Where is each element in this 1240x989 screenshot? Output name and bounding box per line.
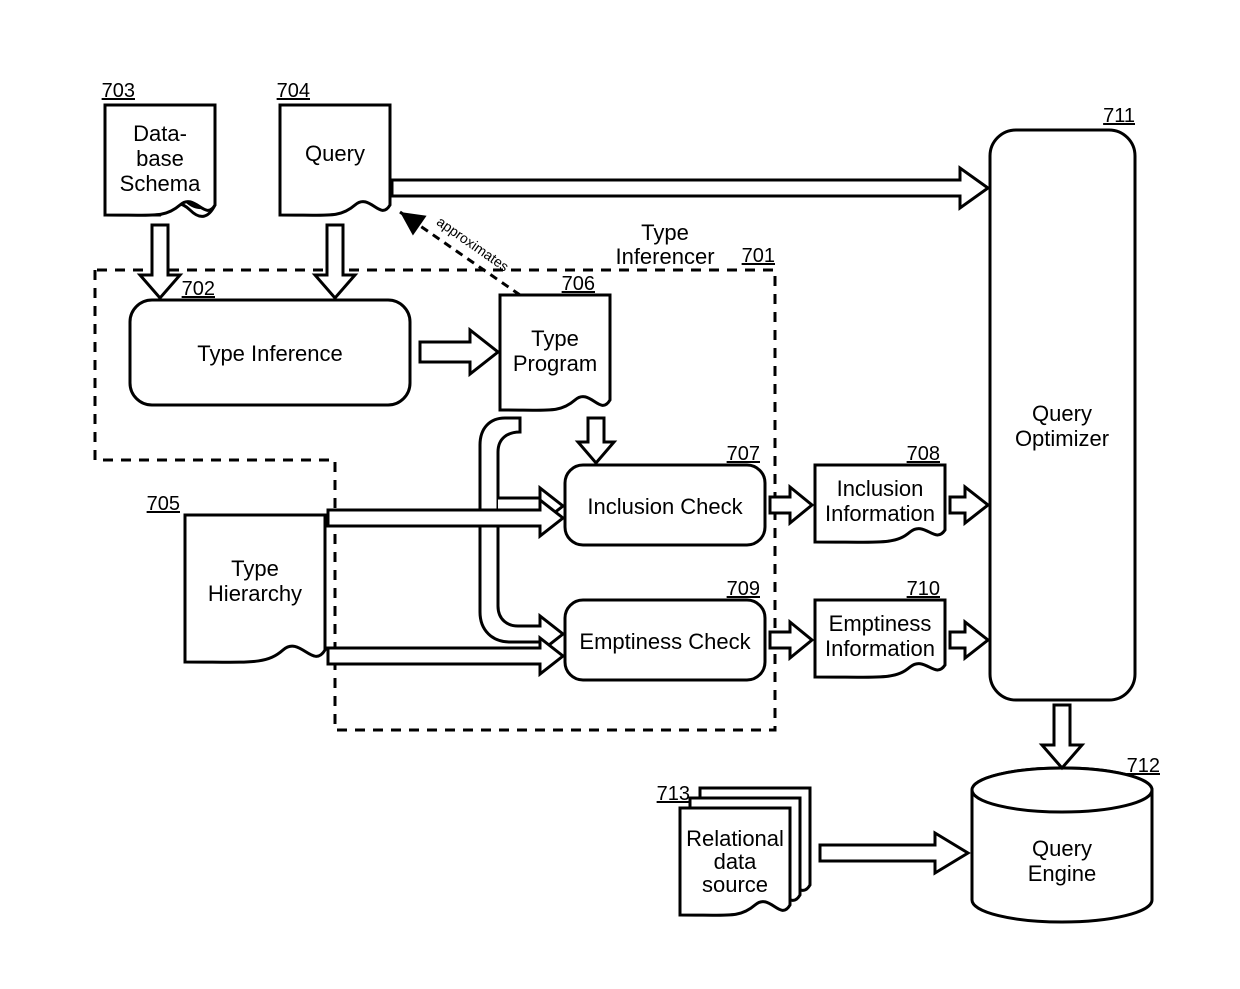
n711-l2: Optimizer (1015, 426, 1109, 451)
arrow-approximates: approximates (400, 212, 520, 295)
n707-l1: Inclusion Check (587, 494, 743, 519)
arrow-706-to-709 (480, 418, 563, 652)
type-inferencer-title-line1: Type (641, 220, 689, 245)
n712-l2: Engine (1028, 861, 1097, 886)
query-doc: 704 Query (277, 80, 390, 215)
n703-l3: Schema (120, 171, 201, 196)
n706-l2: Program (513, 351, 597, 376)
ref-703: 703 (102, 80, 135, 102)
n706-l1: Type (531, 326, 579, 351)
diagram-canvas: Type Inferencer 701 703 Data- base Schem… (0, 0, 1240, 989)
n711-l1: Query (1032, 401, 1092, 426)
ref-711: 711 (1103, 105, 1135, 127)
n703-l2: base (136, 146, 184, 171)
n713-l1: Relational (686, 826, 784, 851)
n703-l1: Data- (133, 121, 187, 146)
inclusion-info-doc: 708 Inclusion Information (815, 443, 945, 542)
type-inference-box: 702 Type Inference (130, 278, 410, 405)
arrow-713-to-712 (820, 833, 968, 873)
ref-712: 712 (1127, 755, 1160, 777)
n708-l1: Inclusion (837, 476, 924, 501)
type-inferencer-title-line2: Inferencer (615, 244, 714, 269)
arrow-706-to-707 (578, 418, 614, 463)
database-schema-doc: 703 Data- base Schema (102, 80, 215, 216)
emptiness-info-doc: 710 Emptiness Information (815, 578, 945, 677)
n713-l3: source (702, 872, 768, 897)
n709-l1: Emptiness Check (579, 629, 751, 654)
n704-l1: Query (305, 141, 365, 166)
arrow-703-to-702 (140, 225, 180, 298)
n702-l1: Type Inference (197, 341, 343, 366)
arrow-704-to-702 (315, 225, 355, 298)
ref-708: 708 (907, 443, 940, 465)
n708-l2: Information (825, 501, 935, 526)
arrow-702-to-706 (420, 330, 498, 374)
ref-702: 702 (182, 278, 215, 300)
n705-l2: Hierarchy (208, 581, 302, 606)
n710-l2: Information (825, 636, 935, 661)
relational-data-source-docstack: 713 Relational data source (657, 783, 810, 915)
arrow-708-to-711 (950, 487, 988, 523)
n713-l2: data (714, 849, 758, 874)
query-optimizer-box: 711 Query Optimizer (990, 105, 1135, 700)
arrow-704-to-711 (392, 168, 988, 208)
n705-l1: Type (231, 556, 279, 581)
n712-l1: Query (1032, 836, 1092, 861)
ref-713: 713 (657, 783, 690, 805)
n710-l1: Emptiness (829, 611, 932, 636)
ref-704: 704 (277, 80, 310, 102)
type-hierarchy-doc: 705 Type Hierarchy (147, 493, 325, 662)
ref-710: 710 (907, 578, 940, 600)
ref-709: 709 (727, 578, 760, 600)
emptiness-check-box: 709 Emptiness Check (565, 578, 765, 680)
ref-705: 705 (147, 493, 180, 515)
arrow-710-to-711 (950, 622, 988, 658)
ref-707: 707 (727, 443, 760, 465)
ref-706: 706 (562, 273, 595, 295)
query-engine-cylinder: 712 Query Engine (972, 755, 1160, 922)
arrow-711-to-712 (1042, 705, 1082, 768)
ref-701: 701 (742, 245, 775, 267)
